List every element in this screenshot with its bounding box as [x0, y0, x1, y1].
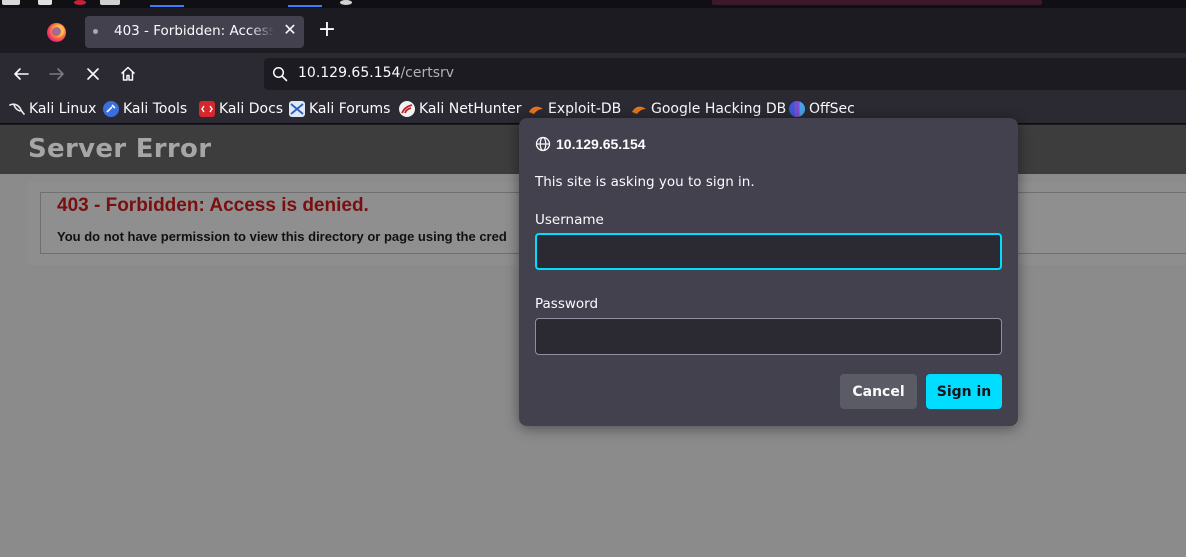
- cancel-button[interactable]: Cancel: [840, 374, 917, 409]
- page-title: Server Error: [28, 134, 212, 164]
- dialog-host-text: 10.129.65.154: [556, 136, 646, 152]
- close-tab-icon[interactable]: ✕: [281, 20, 299, 40]
- kali-nethunter-icon: [399, 101, 415, 117]
- error-detail: You do not have permission to view this …: [57, 229, 507, 244]
- panel-icon: [38, 0, 52, 5]
- stop-x-icon: [87, 68, 99, 80]
- bookmark-label: Kali NetHunter: [419, 101, 522, 117]
- auth-dialog: 10.129.65.154 This site is asking you to…: [519, 118, 1018, 426]
- tab-title: 403 - Forbidden: Access is denied.: [114, 23, 274, 39]
- arrow-left-icon: [14, 68, 29, 80]
- exploit-db-icon: [528, 101, 544, 117]
- bookmark-kali-nethunter[interactable]: Kali NetHunter: [399, 99, 521, 119]
- bookmark-label: Kali Forums: [309, 101, 391, 117]
- panel-indicator: [150, 5, 184, 7]
- bookmark-label: Kali Docs: [219, 101, 284, 117]
- address-bar[interactable]: 10.129.65.154/certsrv: [264, 58, 1186, 90]
- tab-loading-icon: [93, 29, 98, 34]
- bookmark-label: Google Hacking DB: [651, 101, 787, 117]
- bookmark-kali-tools[interactable]: Kali Tools: [103, 99, 187, 119]
- tab-active[interactable]: 403 - Forbidden: Access is denied. ✕: [85, 16, 304, 48]
- username-input[interactable]: [535, 233, 1002, 270]
- back-button[interactable]: [9, 62, 33, 86]
- panel-wallpaper: [712, 0, 1042, 5]
- bookmark-kali-forums[interactable]: Kali Forums: [289, 99, 390, 119]
- username-label: Username: [535, 212, 604, 228]
- panel-icon: [2, 0, 20, 5]
- url-text[interactable]: 10.129.65.154/certsrv: [298, 65, 454, 81]
- password-label: Password: [535, 296, 599, 312]
- kali-forums-icon: [289, 101, 305, 117]
- home-button[interactable]: [116, 62, 140, 86]
- panel-icon: [74, 0, 86, 5]
- bookmark-google-hacking-db[interactable]: Google Hacking DB: [631, 99, 786, 119]
- search-icon: [272, 66, 288, 82]
- home-icon: [120, 66, 136, 81]
- panel-indicator: [288, 5, 322, 7]
- navigation-toolbar: 10.129.65.154/certsrv: [0, 53, 1186, 95]
- system-panel-strip: [0, 0, 1186, 8]
- bookmark-kali-docs[interactable]: Kali Docs: [199, 99, 283, 119]
- bookmark-label: Exploit-DB: [548, 101, 622, 117]
- dialog-host: 10.129.65.154: [535, 136, 646, 152]
- bookmark-label: Kali Tools: [123, 101, 188, 117]
- kali-dragon-icon: [9, 101, 25, 117]
- error-heading: 403 - Forbidden: Access is denied.: [57, 195, 369, 216]
- bookmark-kali-linux[interactable]: Kali Linux: [9, 99, 96, 119]
- kali-tools-icon: [103, 101, 119, 117]
- tab-bar: 403 - Forbidden: Access is denied. ✕ +: [0, 8, 1186, 53]
- url-host: 10.129.65.154: [298, 65, 401, 81]
- offsec-icon: [789, 101, 805, 117]
- bookmark-label: Kali Linux: [29, 101, 97, 117]
- forward-button[interactable]: [45, 62, 69, 86]
- password-input[interactable]: [535, 318, 1002, 355]
- stop-button[interactable]: [81, 62, 105, 86]
- bookmark-offsec[interactable]: OffSec: [789, 99, 855, 119]
- arrow-right-icon: [49, 68, 64, 80]
- dialog-message: This site is asking you to sign in.: [535, 174, 755, 190]
- panel-icon: [340, 0, 352, 5]
- bookmark-label: OffSec: [809, 101, 855, 117]
- new-tab-button[interactable]: +: [316, 19, 338, 42]
- url-path: /certsrv: [400, 65, 455, 81]
- ghdb-icon: [631, 101, 647, 117]
- panel-icon: [100, 0, 120, 5]
- sign-in-button[interactable]: Sign in: [926, 374, 1002, 409]
- bookmark-exploit-db[interactable]: Exploit-DB: [528, 99, 621, 119]
- globe-icon: [535, 136, 551, 152]
- kali-docs-icon: [199, 101, 215, 117]
- firefox-logo-icon[interactable]: [47, 23, 66, 42]
